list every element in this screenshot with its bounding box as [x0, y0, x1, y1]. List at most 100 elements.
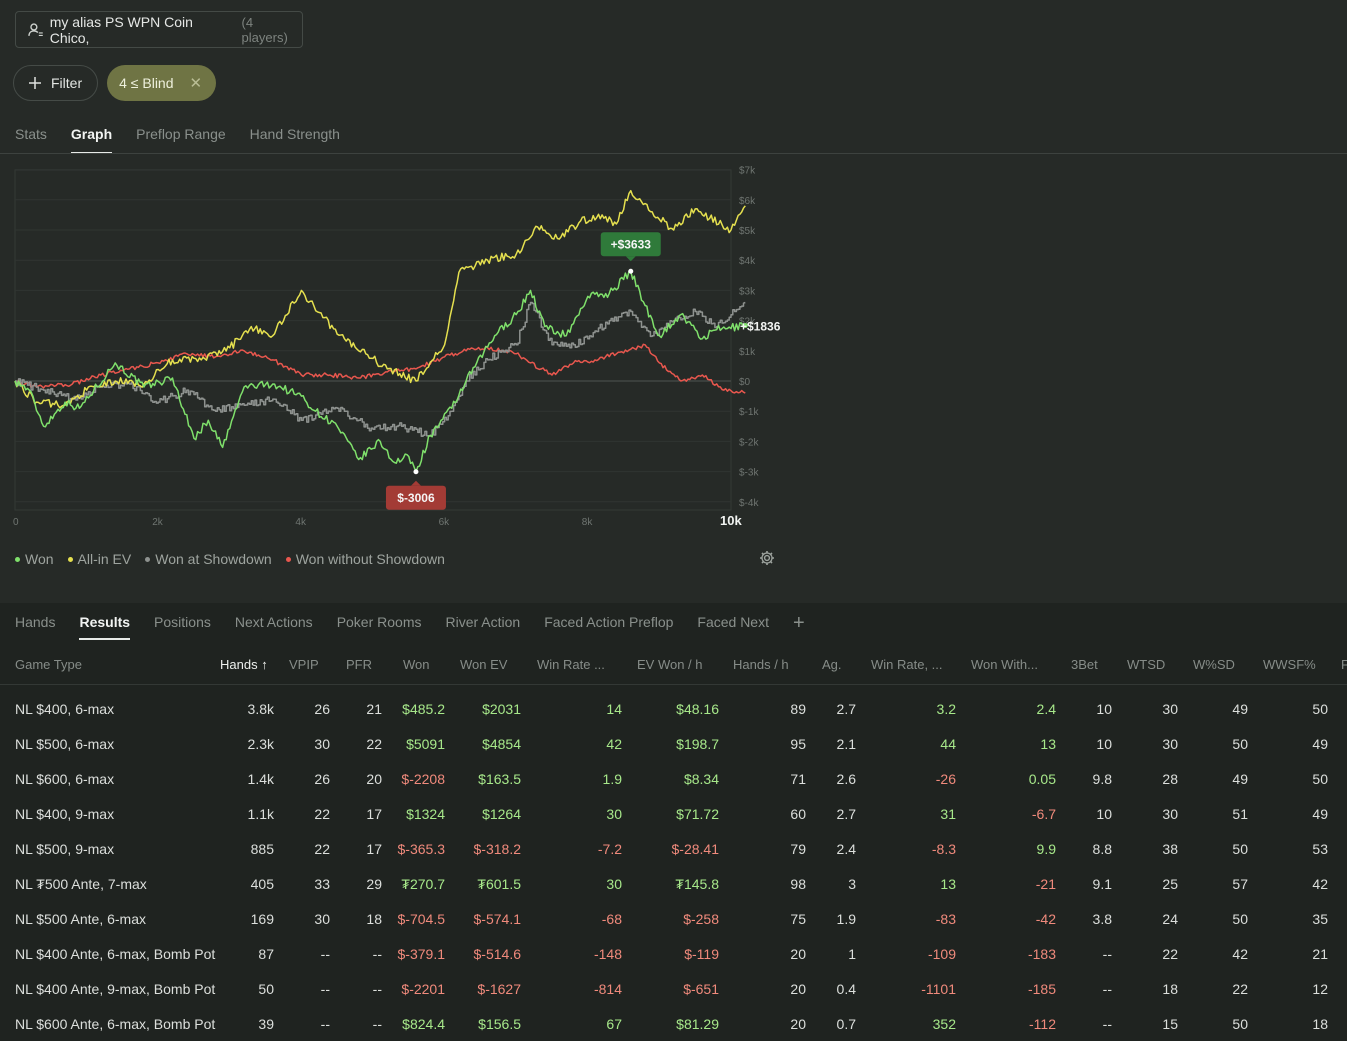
table-cell: $-28.41 — [671, 841, 719, 857]
add-filter-button[interactable]: Filter — [13, 65, 99, 101]
tab-graph[interactable]: Graph — [70, 126, 113, 154]
table-cell: -- — [320, 946, 330, 962]
player-count: (4 players) — [241, 14, 288, 45]
legend-item-won-without-showdown[interactable]: Won without Showdown — [285, 551, 445, 567]
column-header-won-with[interactable]: Won With... — [971, 657, 1038, 672]
column-header-won[interactable]: Won — [403, 657, 430, 672]
tab-stats[interactable]: Stats — [15, 126, 47, 154]
table-row[interactable]: NL ₮500 Ante, 7-max 405 33 29 ₮270.7 ₮601.5 30… — [0, 876, 1347, 911]
table-cell: -- — [372, 946, 382, 962]
table-cell: ₮270.7 — [401, 876, 445, 892]
table-cell: -- — [1102, 946, 1112, 962]
table-cell: $71.72 — [676, 806, 719, 822]
table-cell: $163.5 — [478, 771, 521, 787]
bankroll-graph[interactable]: $7k $6k $5k $4k $3k $2k $1k $0 $-1k $-2k $-3k $-4k 0… — [0, 160, 800, 540]
table-cell: $198.7 — [676, 736, 719, 752]
legend-dot-icon — [145, 556, 151, 562]
column-header-pfr[interactable]: PFR — [346, 657, 372, 672]
table-cell: -26 — [935, 771, 956, 787]
table-cell: 95 — [790, 736, 806, 752]
legend-dot-icon — [285, 556, 291, 562]
column-header-3bet[interactable]: 3Bet — [1071, 657, 1098, 672]
player-selector[interactable]: my alias PS WPN Coin Chico, (4 players) — [15, 11, 303, 48]
column-header-vpip[interactable]: VPIP — [289, 657, 319, 672]
legend-item-all-in-ev[interactable]: All-in EV — [67, 551, 131, 567]
table-cell: 71 — [790, 771, 806, 787]
column-header-ag[interactable]: Ag. — [822, 657, 842, 672]
legend-item-won-at-showdown[interactable]: Won at Showdown — [145, 551, 272, 567]
table-cell: 2.4 — [1036, 701, 1056, 717]
tab-hands[interactable]: Hands — [15, 614, 55, 640]
table-cell: -148 — [593, 946, 622, 962]
table-header: Game Type Hands ↑ VPIP PFR Won Won EV Win Rate… — [0, 655, 1347, 685]
table-cell: 50 — [258, 981, 274, 997]
column-header-wwsf[interactable]: WWSF% — [1263, 657, 1316, 672]
table-cell: NL $400 Ante, 6-max, Bomb Pot — [15, 946, 216, 962]
table-row[interactable]: NL $500 Ante, 6-max 169 30 18 $-704.5 $-574.1… — [0, 911, 1347, 946]
table-cell: -83 — [935, 911, 956, 927]
y-tick-label: $-3k — [739, 468, 759, 479]
tab-results[interactable]: Results — [79, 614, 131, 640]
y-tick-label: $3k — [739, 286, 756, 297]
player-name: my alias PS WPN Coin Chico, — [49, 13, 193, 46]
table-cell: $48.16 — [676, 701, 719, 717]
results-panel: Hands Results Positions Next Actions Poker R… — [0, 603, 1347, 1041]
table-cell: 22 — [314, 841, 330, 857]
column-header-hands-h[interactable]: Hands / h — [733, 657, 789, 672]
table-cell: 22 — [366, 736, 382, 752]
column-header-win-rate[interactable]: Win Rate ... — [537, 657, 605, 672]
y-tick-label: $7k — [739, 166, 756, 177]
table-cell: 169 — [250, 911, 274, 927]
table-cell: 50 — [1232, 1016, 1248, 1032]
column-header-win-rate[interactable]: Win Rate, ... — [871, 657, 943, 672]
table-row[interactable]: NL $400, 6-max 3.8k 26 21 $485.2 $2031 14 $48.1… — [0, 701, 1347, 736]
table-cell: 75 — [790, 911, 806, 927]
table-cell: $-258 — [683, 911, 719, 927]
chart-settings-button[interactable] — [759, 550, 775, 566]
table-row[interactable]: NL $400 Ante, 6-max, Bomb Pot 87 -- -- $-379… — [0, 946, 1347, 981]
table-row[interactable]: NL $500, 9-max 885 22 17 $-365.3 $-318.2 -7.2 $… — [0, 841, 1347, 876]
tab-positions[interactable]: Positions — [154, 614, 211, 640]
table-row[interactable]: NL $400 Ante, 9-max, Bomb Pot 50 -- -- $-220… — [0, 981, 1347, 1016]
y-tick-label: $-4k — [739, 498, 759, 509]
column-header-w-sd[interactable]: W%SD — [1193, 657, 1235, 672]
legend-dot-icon — [15, 556, 20, 562]
table-cell: $-704.5 — [397, 911, 445, 927]
table-row[interactable]: NL $400, 9-max 1.1k 22 17 $1324 $1264 30 $71.72… — [0, 806, 1347, 841]
table-cell: 10 — [1096, 806, 1112, 822]
legend-item-won[interactable]: Won — [15, 551, 54, 567]
table-cell: NL $400, 9-max — [15, 806, 115, 822]
table-cell: $-119 — [684, 946, 719, 962]
table-row[interactable]: NL $600, 6-max 1.4k 26 20 $-2208 $163.5 1.9 $8.… — [0, 771, 1347, 806]
add-tab-plus-icon[interactable]: + — [793, 612, 805, 635]
table-cell: NL $600, 6-max — [15, 771, 115, 787]
tab-poker-rooms[interactable]: Poker Rooms — [337, 614, 422, 640]
table-cell: 26 — [314, 701, 330, 717]
column-header-wtsd[interactable]: WTSD — [1127, 657, 1165, 672]
table-row[interactable]: NL $500, 6-max 2.3k 30 22 $5091 $4854 42 $198.7… — [0, 736, 1347, 771]
table-cell: 2.7 — [836, 806, 856, 822]
close-icon[interactable]: ✕ — [190, 74, 203, 92]
table-cell: 2.3k — [247, 736, 274, 752]
tab-preflop-range[interactable]: Preflop Range — [136, 126, 226, 154]
legend-dot-icon — [67, 556, 73, 562]
tab-faced-next[interactable]: Faced Next — [697, 614, 769, 640]
table-cell: -68 — [601, 911, 622, 927]
table-cell: 0.4 — [836, 981, 856, 997]
table-cell: ₮601.5 — [477, 876, 521, 892]
column-header-hands[interactable]: Hands ↑ — [220, 657, 268, 672]
annotation-point — [628, 268, 634, 274]
legend-label: Won without Showdown — [295, 551, 445, 567]
tab-river-action[interactable]: River Action — [446, 614, 521, 640]
column-header-ev-won-h[interactable]: EV Won / h — [637, 657, 703, 672]
table-cell: 12 — [1312, 981, 1328, 997]
column-header-game-type[interactable]: Game Type — [15, 657, 82, 672]
tab-faced-action-preflop[interactable]: Faced Action Preflop — [544, 614, 673, 640]
tab-next-actions[interactable]: Next Actions — [235, 614, 313, 640]
column-header-won-ev[interactable]: Won EV — [460, 657, 507, 672]
blind-filter-chip[interactable]: 4 ≤ Blind ✕ — [107, 65, 217, 101]
table-cell: $2031 — [482, 701, 521, 717]
table-cell: 20 — [790, 981, 806, 997]
tab-hand-strength[interactable]: Hand Strength — [250, 126, 340, 154]
table-row[interactable]: NL $600 Ante, 6-max, Bomb Pot 39 -- -- $824.… — [0, 1016, 1347, 1041]
